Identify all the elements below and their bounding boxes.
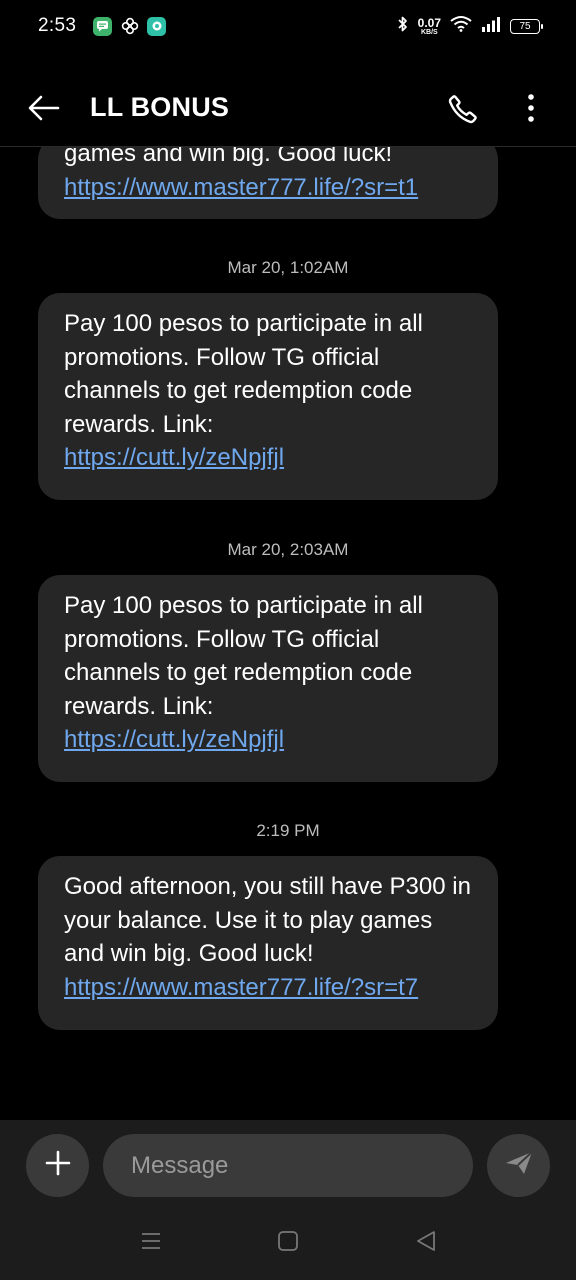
message-text: games and win big. Good luck!	[64, 147, 393, 167]
message-bubble-1[interactable]: games and win big. Good luck! https://ww…	[38, 147, 498, 219]
conversation-title: LL BONUS	[90, 92, 230, 122]
message-text: Pay 100 pesos to participate in all prom…	[64, 310, 423, 438]
net-speed-value: 0.07	[417, 15, 441, 30]
net-speed-unit: KB/S	[420, 28, 438, 36]
message-link[interactable]: https://www.master777.life/?sr=t1	[64, 171, 478, 205]
system-status: 0.07 KB/S 75	[397, 15, 543, 38]
network-speed: 0.07 KB/S	[418, 17, 441, 36]
message-link[interactable]: https://www.master777.life/?sr=t7	[64, 971, 478, 1005]
home-icon[interactable]	[273, 1226, 303, 1256]
status-time: 2:53	[38, 15, 77, 36]
chat-icon	[147, 16, 167, 36]
message-input[interactable]: Message	[103, 1134, 473, 1197]
message-bubble-3[interactable]: Pay 100 pesos to participate in all prom…	[38, 575, 498, 782]
add-attachment-button[interactable]	[26, 1134, 89, 1197]
status-bar: 2:53 0.07 KB/S 75	[0, 0, 576, 52]
message-link[interactable]: https://cutt.ly/zeNpjfjl	[64, 441, 478, 475]
send-icon	[504, 1150, 534, 1181]
back-icon[interactable]	[411, 1226, 441, 1256]
app-bar: LL BONUS	[0, 74, 576, 142]
message-bubble-2[interactable]: Pay 100 pesos to participate in all prom…	[38, 293, 498, 500]
message-text: Pay 100 pesos to participate in all prom…	[64, 592, 423, 720]
recents-icon[interactable]	[136, 1226, 166, 1256]
message-link[interactable]: https://cutt.ly/zeNpjfjl	[64, 723, 478, 757]
composer-area: Message	[0, 1120, 576, 1280]
message-text: Good afternoon, you still have P300 in y…	[64, 873, 471, 967]
battery-icon: 75	[510, 18, 543, 34]
message-list[interactable]: games and win big. Good luck! https://ww…	[0, 147, 576, 1119]
wifi-icon	[450, 15, 472, 37]
phone-icon[interactable]	[446, 92, 480, 126]
message-timestamp: 2:19 PM	[256, 821, 320, 840]
messages-icon	[93, 16, 113, 36]
message-timestamp: Mar 20, 1:02AM	[227, 258, 349, 277]
system-nav-bar	[0, 1212, 576, 1280]
message-timestamp: Mar 20, 2:03AM	[227, 540, 349, 559]
signal-icon	[481, 16, 501, 37]
notification-icons	[93, 16, 167, 36]
message-bubble-4[interactable]: Good afternoon, you still have P300 in y…	[38, 856, 498, 1030]
fan-icon	[120, 17, 139, 36]
add-icon	[44, 1149, 72, 1182]
sms-conversation-screen: 2:53 0.07 KB/S 75 LL BONUS games and win…	[0, 0, 576, 1280]
more-vert-icon[interactable]	[520, 92, 542, 126]
back-arrow-icon[interactable]	[26, 92, 62, 124]
message-placeholder: Message	[131, 1151, 229, 1179]
bluetooth-icon	[397, 15, 409, 38]
send-button[interactable]	[487, 1134, 550, 1197]
battery-level: 75	[519, 20, 531, 32]
